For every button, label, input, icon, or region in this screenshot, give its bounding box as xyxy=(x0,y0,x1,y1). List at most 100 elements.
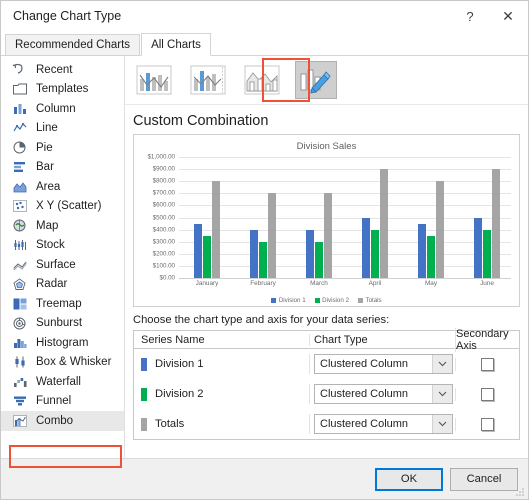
series-color-swatch xyxy=(141,387,147,401)
sidebar-item-combo[interactable]: Combo xyxy=(1,411,124,431)
histogram-chart-icon xyxy=(11,335,28,350)
treemap-chart-icon xyxy=(11,296,28,311)
bar xyxy=(268,193,276,278)
sidebar-item-stock[interactable]: Stock xyxy=(1,236,124,256)
bar xyxy=(380,169,388,278)
resize-grip-icon[interactable] xyxy=(515,487,525,497)
chart-type-dropdown[interactable]: Clustered Column xyxy=(314,414,453,434)
line-chart-icon xyxy=(11,121,28,136)
bar-group xyxy=(459,157,515,278)
bar xyxy=(250,229,258,278)
y-axis-tick-label: $900.00 xyxy=(152,165,175,173)
waterfall-chart-icon xyxy=(11,374,28,389)
sidebar-item-label: Bar xyxy=(36,161,54,174)
tab-strip: Recommended Charts All Charts xyxy=(1,31,528,56)
pie-chart-icon xyxy=(11,140,28,155)
sidebar-item-pie[interactable]: Pie xyxy=(1,138,124,158)
area-chart-icon xyxy=(11,179,28,194)
sidebar-item-funnel[interactable]: Funnel xyxy=(1,392,124,412)
sidebar-item-label: Combo xyxy=(36,414,74,427)
sidebar-item-column[interactable]: Column xyxy=(1,99,124,119)
sidebar-item-templates[interactable]: Templates xyxy=(1,80,124,100)
series-table-row: Division 1 Clustered Column xyxy=(134,349,519,379)
sidebar-item-waterfall[interactable]: Waterfall xyxy=(1,372,124,392)
map-chart-icon xyxy=(11,218,28,233)
sidebar-item-surface[interactable]: Surface xyxy=(1,255,124,275)
bar xyxy=(436,181,444,278)
y-axis-tick-label: $400.00 xyxy=(152,226,175,234)
chart-type-value: Clustered Column xyxy=(320,388,409,400)
tab-recommended-charts[interactable]: Recommended Charts xyxy=(5,34,141,55)
sidebar-item-label: Pie xyxy=(36,141,53,154)
cancel-button[interactable]: Cancel xyxy=(450,467,518,491)
thumbnail-clustered-column-line-secondary-axis[interactable] xyxy=(187,61,229,99)
chevron-down-icon[interactable] xyxy=(432,415,452,433)
change-chart-type-dialog: Change Chart Type ? ✕ Recommended Charts… xyxy=(0,0,529,500)
thumbnail-clustered-column-line[interactable] xyxy=(133,61,175,99)
sidebar-item-box-whisker[interactable]: Box & Whisker xyxy=(1,353,124,373)
gridline xyxy=(179,278,511,279)
y-axis-tick-label: $200.00 xyxy=(152,250,175,258)
x-axis-tick-label: February xyxy=(250,280,276,287)
sidebar-item-bar[interactable]: Bar xyxy=(1,158,124,178)
ok-button[interactable]: OK xyxy=(375,467,443,491)
legend-item: Totals xyxy=(357,297,382,304)
chevron-down-icon[interactable] xyxy=(432,355,452,373)
y-axis-tick-label: $100.00 xyxy=(152,262,175,270)
secondary-axis-checkbox[interactable] xyxy=(481,357,494,371)
legend-label: Division 2 xyxy=(322,297,349,304)
chart-type-dropdown[interactable]: Clustered Column xyxy=(314,354,453,374)
chart-type-cell: Clustered Column xyxy=(309,414,455,434)
sidebar-item-map[interactable]: Map xyxy=(1,216,124,236)
chart-bars xyxy=(179,157,515,278)
bar xyxy=(306,229,314,278)
chart-type-dropdown[interactable]: Clustered Column xyxy=(314,384,453,404)
series-color-swatch xyxy=(141,357,147,371)
secondary-axis-cell xyxy=(455,357,519,371)
sidebar-item-area[interactable]: Area xyxy=(1,177,124,197)
header-series-name: Series Name xyxy=(141,333,205,346)
sidebar-item-line[interactable]: Line xyxy=(1,119,124,139)
sidebar-item-scatter[interactable]: X Y (Scatter) xyxy=(1,197,124,217)
column-chart-icon xyxy=(11,101,28,116)
chart-type-value: Clustered Column xyxy=(320,418,409,430)
thumbnail-custom-combination[interactable] xyxy=(295,61,337,99)
sidebar-item-label: Histogram xyxy=(36,336,89,349)
sidebar-item-label: Area xyxy=(36,180,61,193)
legend-label: Division 1 xyxy=(278,297,306,304)
secondary-axis-checkbox[interactable] xyxy=(481,387,494,401)
dialog-title: Change Chart Type xyxy=(13,9,122,23)
chart-plot-area: $0.00 $100.00 $200.00 $300.00 $400.00 $500.00… xyxy=(134,154,515,282)
sidebar-item-histogram[interactable]: Histogram xyxy=(1,333,124,353)
sidebar-item-recent[interactable]: Recent xyxy=(1,60,124,80)
chevron-down-icon[interactable] xyxy=(432,385,452,403)
series-table-header: Series Name Chart Type Secondary Axis xyxy=(134,327,519,352)
chart-type-value: Clustered Column xyxy=(320,358,409,370)
series-name-label: Totals xyxy=(155,418,185,430)
bar xyxy=(492,169,500,278)
help-icon[interactable]: ? xyxy=(452,1,488,31)
legend-item: Division 2 xyxy=(314,297,349,304)
box-whisker-chart-icon xyxy=(11,355,28,370)
tab-all-charts[interactable]: All Charts xyxy=(141,33,211,56)
bar xyxy=(212,181,220,278)
y-axis-tick-label: $500.00 xyxy=(152,214,175,221)
series-name-label: Division 2 xyxy=(155,388,204,400)
close-icon[interactable]: ✕ xyxy=(488,1,528,31)
y-axis-tick-label: $600.00 xyxy=(152,201,175,209)
sidebar-item-label: Surface xyxy=(36,258,76,271)
thumbnail-stacked-area-clustered-column[interactable] xyxy=(241,61,283,99)
sidebar-item-radar[interactable]: Radar xyxy=(1,275,124,295)
chart-title: Division Sales xyxy=(296,141,357,152)
x-axis-labels: January February March April May June xyxy=(179,280,515,292)
secondary-axis-checkbox[interactable] xyxy=(481,417,494,431)
sidebar-item-sunburst[interactable]: Sunburst xyxy=(1,314,124,334)
sidebar-item-treemap[interactable]: Treemap xyxy=(1,294,124,314)
dialog-footer: OK Cancel xyxy=(1,458,528,499)
chart-legend: Division 1 Division 2 Totals xyxy=(134,297,519,304)
sidebar-item-label: Sunburst xyxy=(36,317,83,330)
bar-group xyxy=(179,157,235,278)
legend-swatch xyxy=(271,298,277,303)
legend-swatch xyxy=(314,298,320,303)
y-axis-tick-label: $800.00 xyxy=(152,177,175,185)
